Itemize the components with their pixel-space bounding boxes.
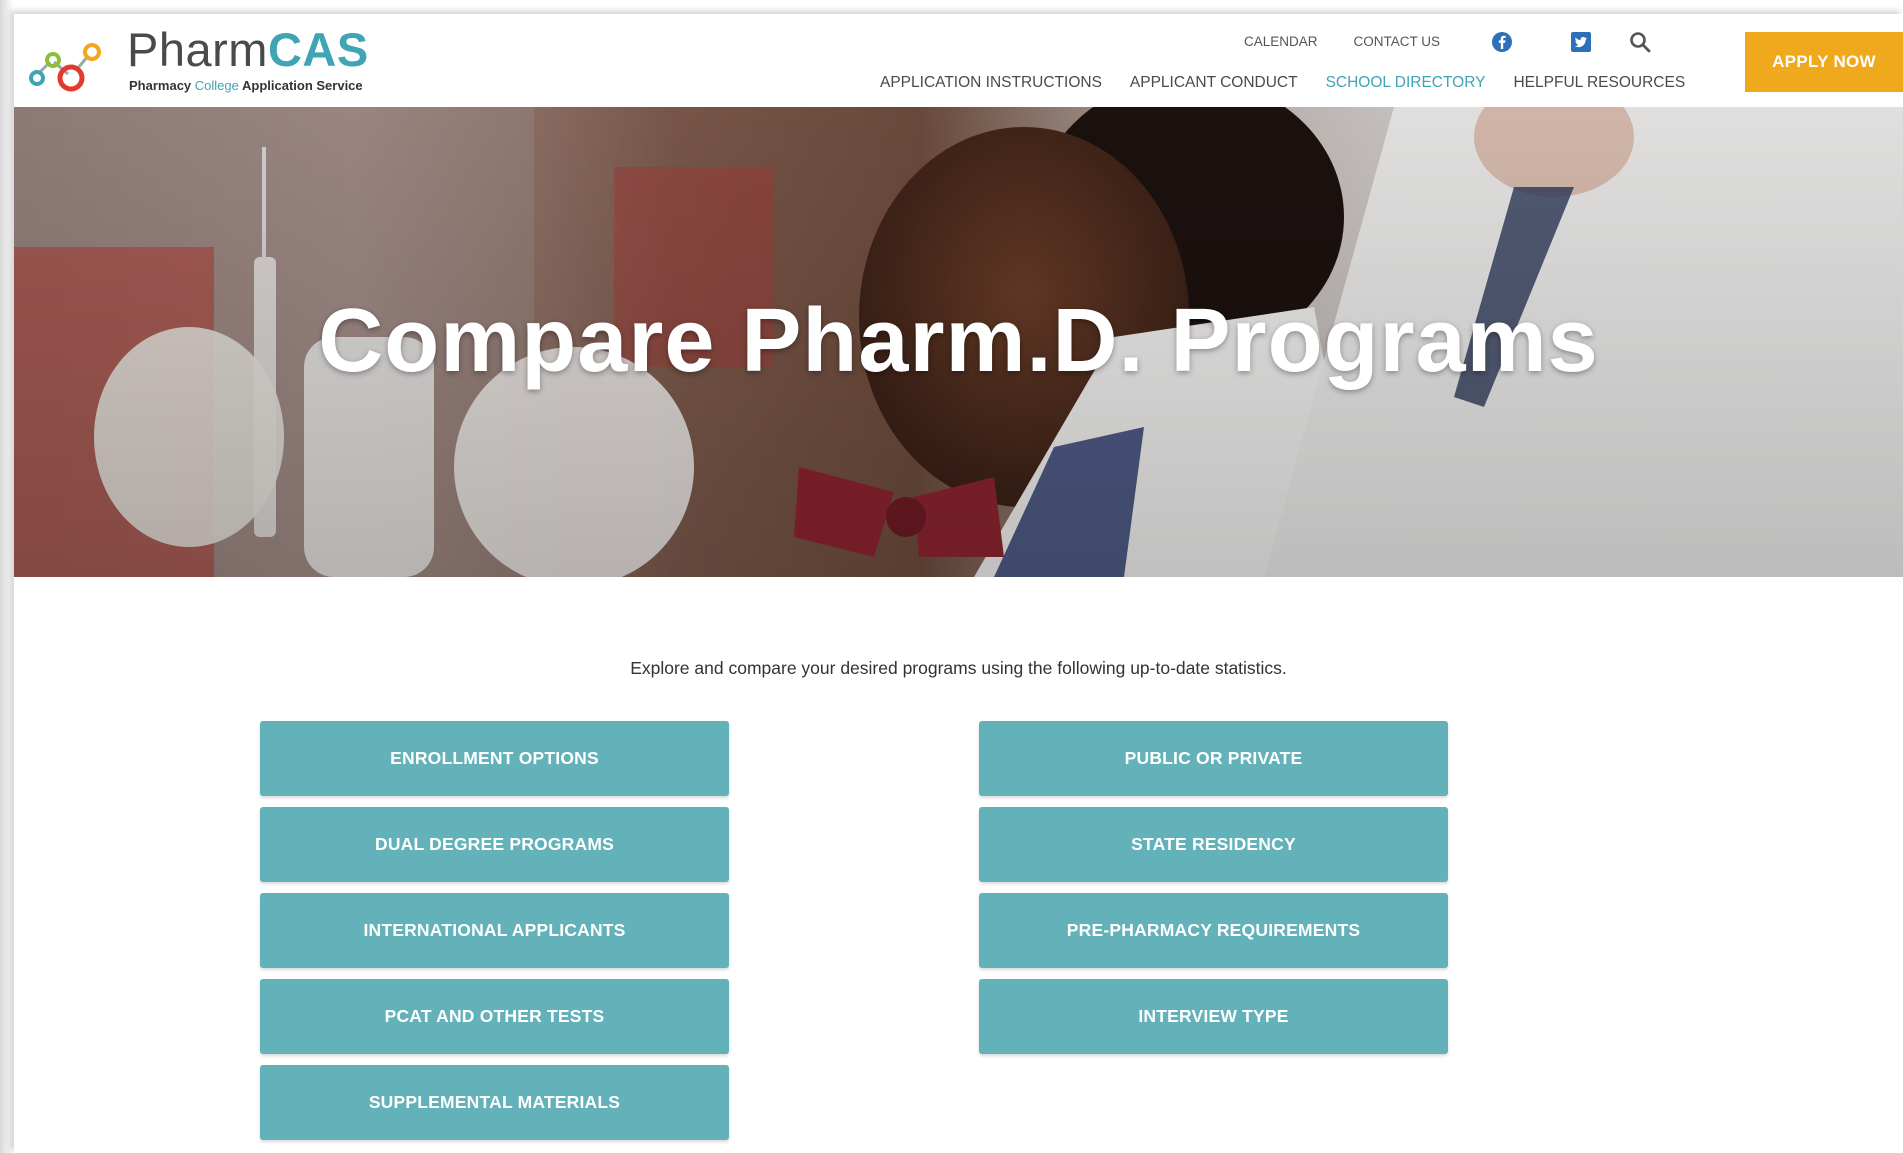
page: PharmCAS Pharmacy College Application Se… [14,14,1903,1153]
twitter-icon[interactable] [1570,31,1592,53]
main-nav: APPLICATION INSTRUCTIONS APPLICANT CONDU… [880,74,1713,92]
enrollment-options-button[interactable]: ENROLLMENT OPTIONS [260,721,729,796]
international-applicants-button[interactable]: INTERNATIONAL APPLICANTS [260,893,729,968]
public-or-private-button[interactable]: PUBLIC OR PRIVATE [979,721,1448,796]
nav-school-directory[interactable]: SCHOOL DIRECTORY [1326,74,1486,92]
logo-wordmark: PharmCAS [127,23,369,76]
contact-us-link[interactable]: CONTACT US [1354,34,1441,49]
molecule-logo-icon [29,43,101,92]
apply-now-button[interactable]: APPLY NOW [1745,32,1903,92]
dual-degree-programs-button[interactable]: DUAL DEGREE PROGRAMS [260,807,729,882]
intro-text: Explore and compare your desired program… [630,658,1287,678]
pre-pharmacy-requirements-button[interactable]: PRE-PHARMACY REQUIREMENTS [979,893,1448,968]
state-residency-button[interactable]: STATE RESIDENCY [979,807,1448,882]
calendar-link[interactable]: CALENDAR [1244,34,1318,49]
logo-tagline: Pharmacy College Application Service [129,78,363,93]
nav-helpful-resources[interactable]: HELPFUL RESOURCES [1513,74,1685,92]
pcat-and-other-tests-button[interactable]: PCAT AND OTHER TESTS [260,979,729,1054]
hero-title: Compare Pharm.D. Programs [318,291,1599,391]
supplemental-materials-button[interactable]: SUPPLEMENTAL MATERIALS [260,1065,729,1140]
interview-type-button[interactable]: INTERVIEW TYPE [979,979,1448,1054]
utility-nav: CALENDAR CONTACT US [1244,34,1476,49]
search-icon[interactable] [1629,31,1651,53]
site-header: PharmCAS Pharmacy College Application Se… [14,14,1903,107]
hero-banner: Compare Pharm.D. Programs [14,107,1903,577]
nav-applicant-conduct[interactable]: APPLICANT CONDUCT [1130,74,1298,92]
nav-application-instructions[interactable]: APPLICATION INSTRUCTIONS [880,74,1102,92]
screenshot-frame: PharmCAS Pharmacy College Application Se… [0,0,1903,1153]
facebook-icon[interactable] [1491,31,1513,53]
pharmcas-logo[interactable]: PharmCAS Pharmacy College Application Se… [24,26,368,98]
